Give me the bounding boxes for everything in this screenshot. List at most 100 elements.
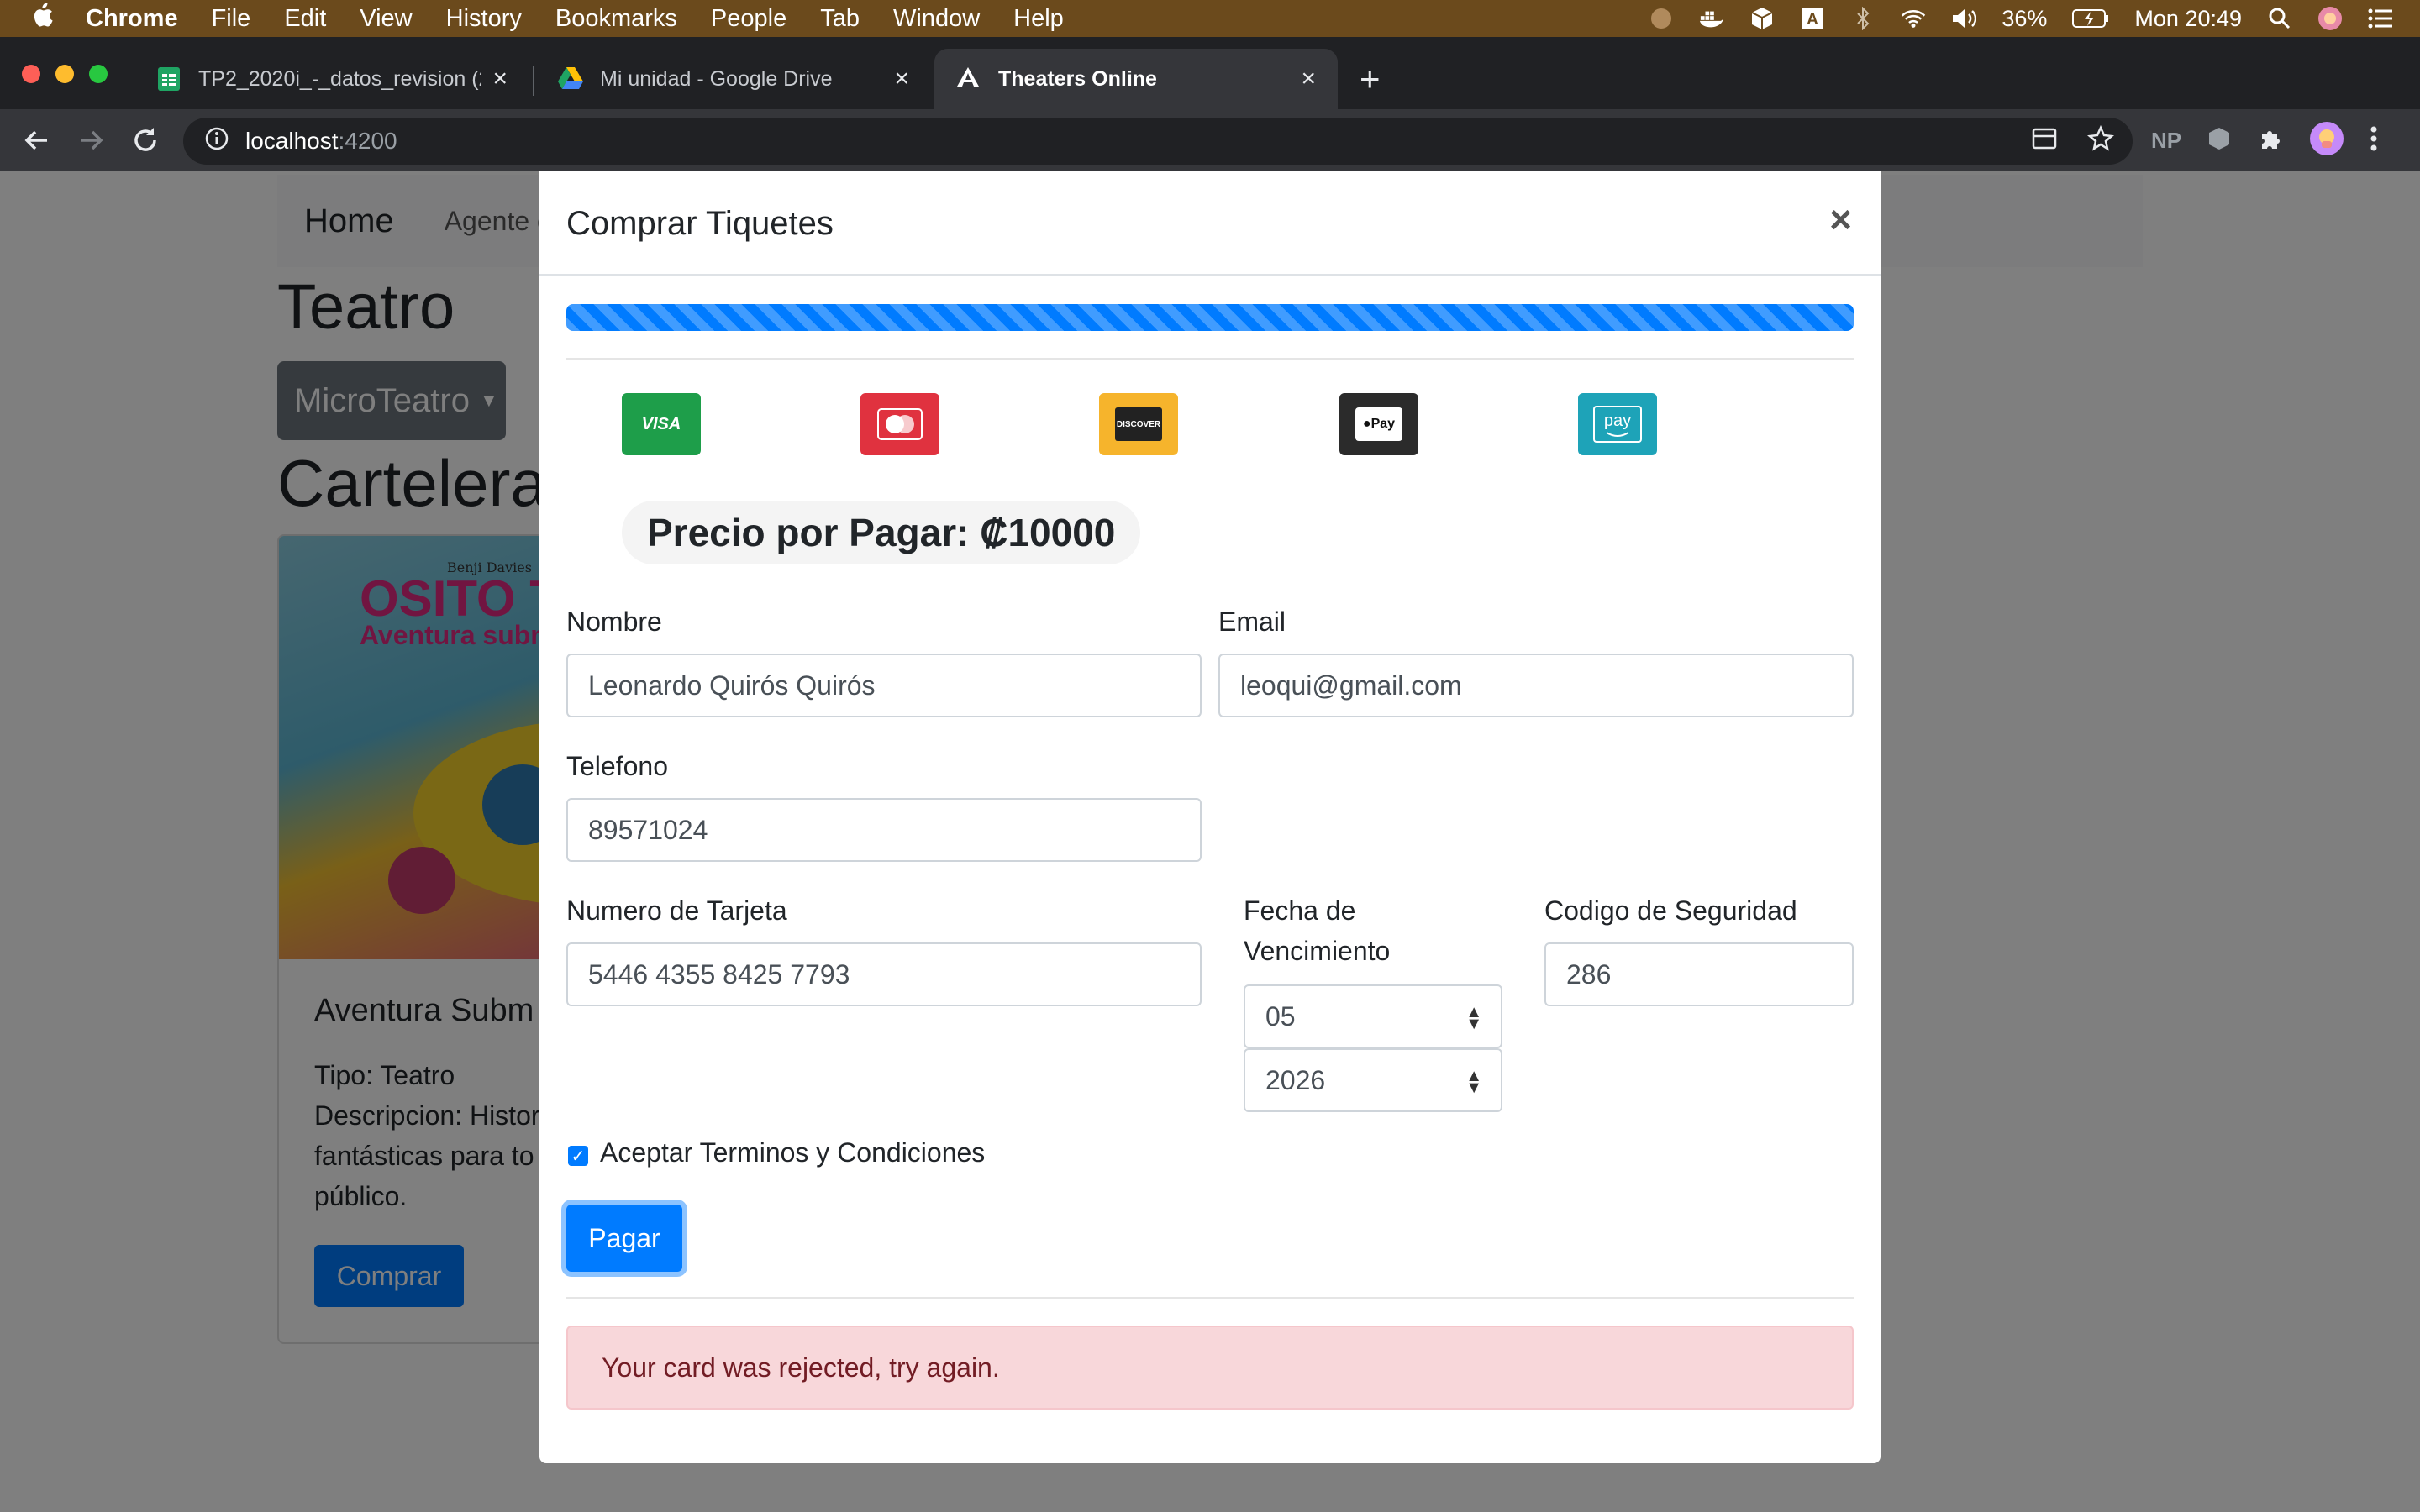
apple-logo-icon: ● (1362, 417, 1371, 431)
address-bar[interactable]: localhost:4200 (183, 118, 2133, 165)
checkout-progress-bar (566, 304, 1854, 331)
menu-help[interactable]: Help (1013, 5, 1064, 33)
menu-file[interactable]: File (212, 5, 251, 33)
buy-tickets-modal: Comprar Tiquetes × VISA DISCOVER ● Pay p… (539, 171, 1881, 1463)
tab-sheets[interactable]: TP2_2020i_-_datos_revision (2 × (134, 49, 529, 109)
card-rejected-alert: Your card was rejected, try again. (566, 1326, 1854, 1410)
extensions-area: NP (2151, 109, 2378, 171)
select-arrows-icon: ▲ ▼ (1465, 1003, 1482, 1033)
menu-people[interactable]: People (711, 5, 786, 33)
menu-bookmarks[interactable]: Bookmarks (555, 5, 677, 33)
visa-icon[interactable]: VISA (622, 393, 701, 455)
tab-close-icon[interactable]: × (894, 65, 909, 93)
tab-title: TP2_2020i_-_datos_revision (2 (198, 66, 481, 91)
bluetooth-icon[interactable] (1850, 6, 1876, 31)
tab-close-icon[interactable]: × (492, 65, 508, 93)
mastercard-icon[interactable] (860, 393, 939, 455)
reload-icon[interactable] (129, 124, 161, 156)
extension-box-icon[interactable] (2207, 126, 2232, 155)
spotlight-search-icon[interactable] (2267, 6, 2292, 31)
forward-icon[interactable] (76, 124, 108, 156)
close-icon[interactable]: × (1829, 200, 1852, 239)
window-zoom-button[interactable] (89, 65, 108, 83)
control-center-list-icon[interactable] (2368, 6, 2393, 31)
security-code-label: Codigo de Seguridad (1544, 895, 1797, 926)
email-label: Email (1218, 606, 1286, 637)
expiry-label-line1: Fecha de (1244, 895, 1356, 926)
modal-title: Comprar Tiquetes (566, 205, 834, 242)
progress-fill (566, 304, 1854, 331)
select-arrows-icon: ▲ ▼ (1465, 1067, 1482, 1097)
chrome-toolbar: localhost:4200 NP (0, 109, 2420, 171)
battery-percent: 36% (2002, 5, 2048, 31)
nombre-input[interactable]: Leonardo Quirós Quirós (566, 654, 1202, 717)
angular-icon (956, 66, 981, 92)
np-extension-icon[interactable]: NP (2151, 128, 2181, 154)
menubar-clock[interactable]: Mon 20:49 (2134, 6, 2242, 32)
svg-text:A: A (1807, 11, 1818, 29)
back-icon[interactable] (20, 124, 52, 156)
tab-close-icon[interactable]: × (1301, 65, 1316, 93)
checkmark-icon: ✓ (571, 1147, 586, 1166)
menu-window[interactable]: Window (893, 5, 980, 33)
divider (566, 1297, 1854, 1299)
window-close-button[interactable] (22, 65, 40, 83)
docker-icon[interactable] (1699, 6, 1724, 31)
drive-icon (558, 66, 583, 92)
extensions-puzzle-icon[interactable] (2257, 125, 2284, 156)
macos-menubar: Chrome File Edit View History Bookmarks … (0, 0, 2420, 37)
url-host: localhost (245, 128, 339, 154)
tab-drive[interactable]: Mi unidad - Google Drive × (536, 49, 931, 109)
expiry-month-select[interactable]: 05 ▲ ▼ (1244, 984, 1502, 1048)
tab-theaters-online[interactable]: Theaters Online × (934, 49, 1338, 109)
price-to-pay: Precio por Pagar: ₡10000 (622, 501, 1141, 564)
user-avatar-icon[interactable] (2317, 6, 2343, 31)
pay-button[interactable]: Pagar (566, 1205, 682, 1272)
input-source-icon[interactable]: A (1800, 6, 1825, 31)
telefono-input[interactable]: 89571024 (566, 798, 1202, 862)
chrome-menu-icon[interactable] (2370, 125, 2378, 156)
discover-icon[interactable]: DISCOVER (1099, 393, 1178, 455)
url-port: :4200 (338, 128, 397, 154)
security-code-input[interactable]: 286 (1544, 942, 1854, 1006)
menu-view[interactable]: View (360, 5, 412, 33)
divider (566, 358, 1854, 360)
extension-cube-icon[interactable] (1749, 6, 1775, 31)
nombre-label: Nombre (566, 606, 662, 637)
amazon-pay-label: pay (1603, 411, 1632, 430)
apple-menu-icon[interactable] (30, 2, 54, 35)
expiry-year-value: 2026 (1265, 1064, 1326, 1095)
email-input[interactable]: leoqui@gmail.com (1218, 654, 1854, 717)
apple-pay-label: Pay (1370, 417, 1396, 431)
expiry-year-select[interactable]: 2026 ▲ ▼ (1244, 1048, 1502, 1112)
telefono-label: Telefono (566, 751, 668, 781)
expiry-month-value: 05 (1265, 1000, 1296, 1032)
alert-message: Your card was rejected, try again. (602, 1352, 1000, 1383)
terms-checkbox[interactable]: ✓ (568, 1146, 588, 1166)
amazon-pay-icon[interactable]: pay (1578, 393, 1657, 455)
menu-tab[interactable]: Tab (820, 5, 860, 33)
terms-label[interactable]: Aceptar Terminos y Condiciones (600, 1137, 985, 1168)
menu-edit[interactable]: Edit (284, 5, 326, 33)
menu-history[interactable]: History (446, 5, 522, 33)
chrome-tab-strip: TP2_2020i_-_datos_revision (2 × Mi unida… (0, 37, 2420, 109)
menubar-status-area: A 36% Mon 20:49 (1649, 0, 2393, 37)
wifi-icon[interactable] (1901, 6, 1926, 31)
tab-title: Theaters Online (998, 66, 1157, 91)
site-info-icon[interactable] (205, 127, 229, 156)
battery-icon[interactable] (2072, 6, 2109, 31)
omnibox-actions (2032, 109, 2114, 171)
bookmark-star-icon[interactable] (2087, 124, 2114, 156)
apple-pay-icon[interactable]: ● Pay (1339, 393, 1418, 455)
reader-mode-icon[interactable] (2032, 128, 2057, 154)
status-dot-icon[interactable] (1649, 6, 1674, 31)
card-number-input[interactable]: 5446 4355 8425 7793 (566, 942, 1202, 1006)
new-tab-icon[interactable]: + (1360, 59, 1381, 99)
tab-separator (533, 66, 534, 96)
profile-avatar-icon[interactable] (2309, 121, 2344, 160)
window-minimize-button[interactable] (55, 65, 74, 83)
volume-icon[interactable] (1951, 6, 1977, 31)
menu-app-name[interactable]: Chrome (86, 5, 178, 33)
visa-label: VISA (641, 414, 681, 433)
sheets-icon (156, 66, 182, 92)
